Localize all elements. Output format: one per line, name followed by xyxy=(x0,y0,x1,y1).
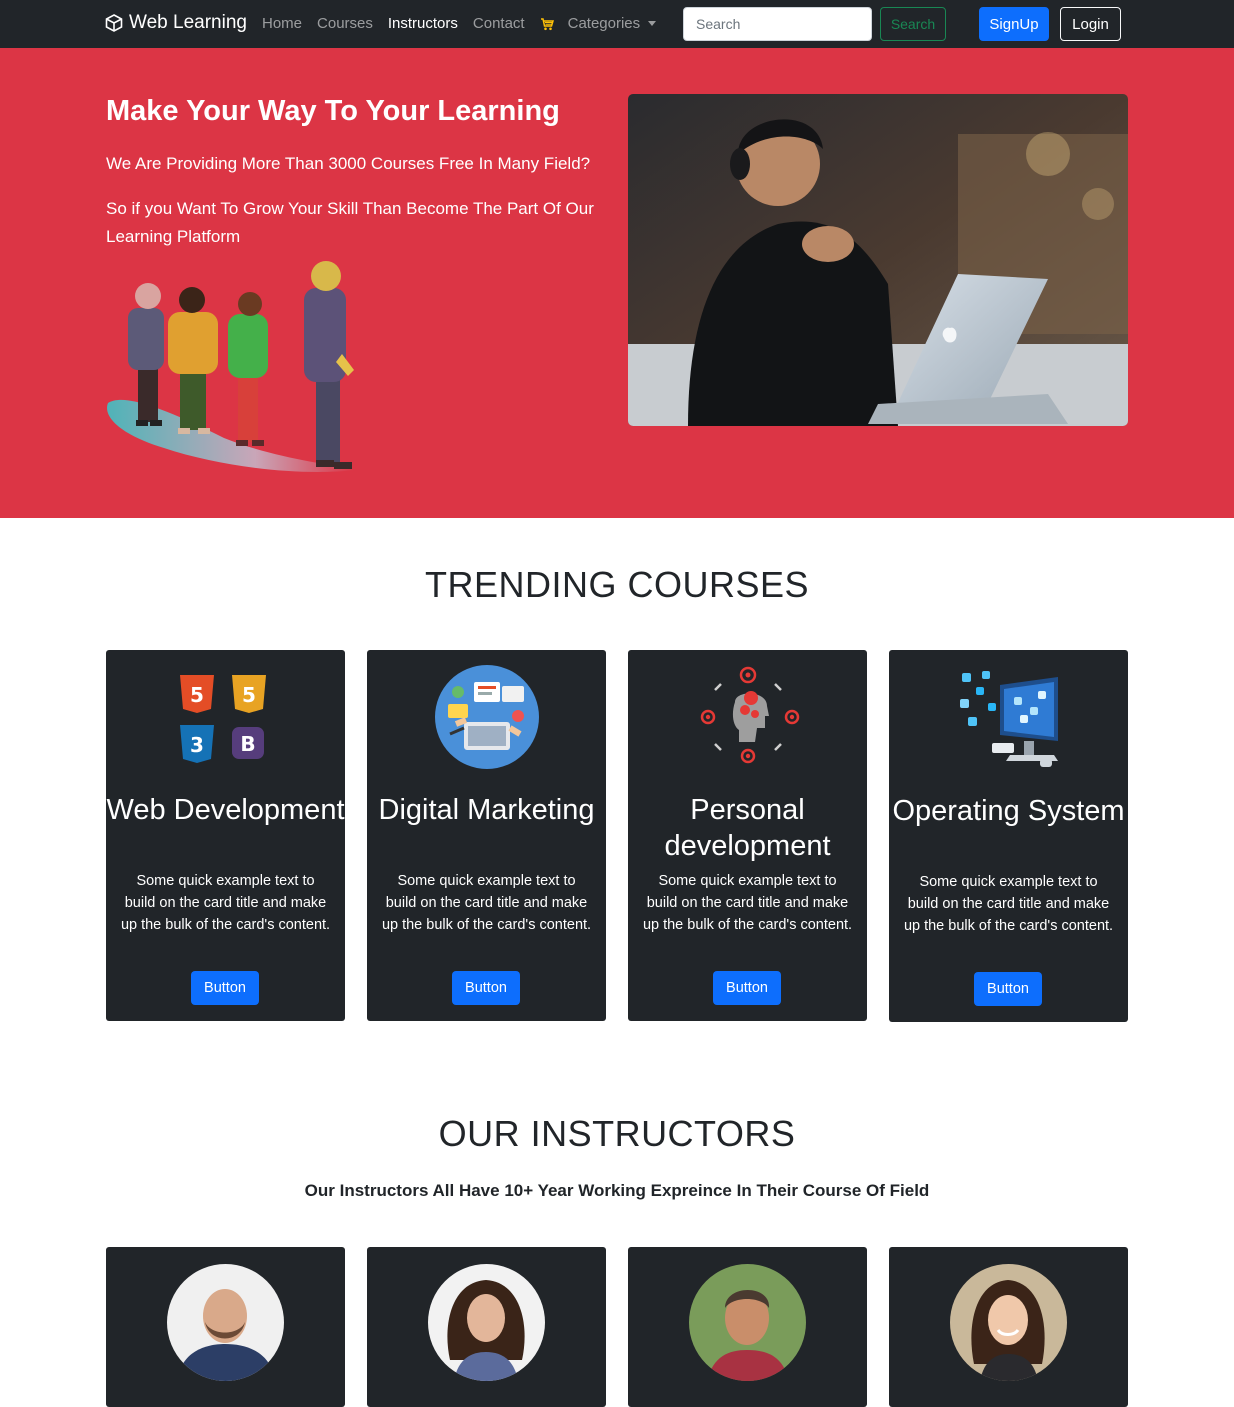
instructor-card xyxy=(367,1247,606,1407)
navbar: Web Learning Home Courses Instructors Co… xyxy=(0,0,1234,48)
course-card-digital-marketing: Digital Marketing Some quick example tex… xyxy=(367,650,606,1021)
signup-button[interactable]: SignUp xyxy=(979,7,1049,41)
categories-dropdown[interactable]: Categories xyxy=(568,15,657,32)
card-button[interactable]: Button xyxy=(191,971,259,1005)
course-card-personal-development: Personal development Some quick example … xyxy=(628,650,867,1021)
login-button[interactable]: Login xyxy=(1060,7,1121,41)
hero-section: Make Your Way To Your Learning We Are Pr… xyxy=(0,48,1234,518)
trending-title: TRENDING COURSES xyxy=(424,564,810,605)
box-icon xyxy=(105,14,123,32)
brand-label: Web Learning xyxy=(129,12,247,33)
marketing-desk-icon xyxy=(367,662,606,772)
svg-text:5: 5 xyxy=(242,683,256,707)
nav-home[interactable]: Home xyxy=(262,15,302,32)
avatar xyxy=(950,1264,1067,1381)
avatar xyxy=(689,1264,806,1381)
search-button[interactable]: Search xyxy=(880,7,946,41)
nav-courses[interactable]: Courses xyxy=(317,15,373,32)
categories-label: Categories xyxy=(567,15,641,32)
hero-paragraph-2: So if you Want To Grow Your Skill Than B… xyxy=(106,199,594,246)
head-gears-icon xyxy=(628,662,867,772)
computer-apps-icon xyxy=(889,662,1128,772)
card-text: Some quick example text to build on the … xyxy=(642,873,853,933)
card-text: Some quick example text to build on the … xyxy=(120,873,331,933)
card-button[interactable]: Button xyxy=(974,972,1042,1006)
card-title: Web Development xyxy=(106,794,345,826)
card-title: Operating System xyxy=(892,795,1125,827)
hero-photo xyxy=(628,94,1128,426)
course-card-operating-system: Operating System Some quick example text… xyxy=(889,650,1128,1022)
card-title: Digital Marketing xyxy=(378,794,595,826)
svg-text:3: 3 xyxy=(190,733,204,757)
course-card-web-development: 5 5 3 B Web Development Some quick examp… xyxy=(106,650,345,1021)
nav-contact[interactable]: Contact xyxy=(473,15,525,32)
nav-links: Home Courses Instructors Contact Categor… xyxy=(262,15,657,32)
card-title: Personal development xyxy=(664,794,831,862)
instructor-card xyxy=(889,1247,1128,1407)
search-input[interactable] xyxy=(683,7,872,41)
instructors-title: OUR INSTRUCTORS xyxy=(438,1113,796,1154)
avatar xyxy=(167,1264,284,1381)
svg-text:B: B xyxy=(240,732,255,756)
card-button[interactable]: Button xyxy=(713,971,781,1005)
instructor-card xyxy=(106,1247,345,1407)
cart-icon[interactable] xyxy=(540,17,554,31)
card-text: Some quick example text to build on the … xyxy=(903,874,1114,934)
brand[interactable]: Web Learning xyxy=(104,12,247,34)
avatar xyxy=(428,1264,545,1381)
web-tech-logos-icon: 5 5 3 B xyxy=(106,662,345,772)
card-button[interactable]: Button xyxy=(452,971,520,1005)
instructors-subtitle: Our Instructors All Have 10+ Year Workin… xyxy=(304,1181,930,1200)
chevron-down-icon xyxy=(648,21,657,26)
nav-instructors[interactable]: Instructors xyxy=(388,15,458,32)
people-illustration xyxy=(107,261,355,472)
hero-title: Make Your Way To Your Learning xyxy=(106,95,560,127)
instructor-card xyxy=(628,1247,867,1407)
svg-text:5: 5 xyxy=(190,683,204,707)
card-text: Some quick example text to build on the … xyxy=(381,873,592,933)
hero-paragraph-1: We Are Providing More Than 3000 Courses … xyxy=(106,154,591,173)
